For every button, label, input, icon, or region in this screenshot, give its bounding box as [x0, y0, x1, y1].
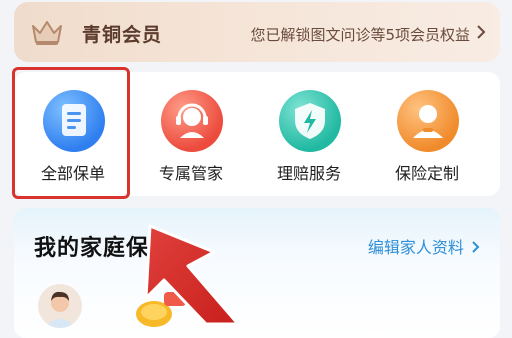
- family-member-avatar[interactable]: [38, 284, 82, 328]
- gift-icon[interactable]: [134, 284, 188, 328]
- highlight-box: [12, 67, 130, 199]
- family-protection-card: 我的家庭保障 编辑家人资料: [14, 208, 500, 338]
- chevron-right-icon: [472, 241, 480, 253]
- customer-service-icon: [161, 90, 223, 152]
- service-personal-butler[interactable]: 专属管家: [132, 72, 250, 196]
- claims-shield-icon: [279, 90, 341, 152]
- service-label: 专属管家: [158, 164, 223, 183]
- insurance-custom-icon: [397, 90, 459, 152]
- chevron-right-icon: [477, 25, 486, 39]
- family-section-title: 我的家庭保障: [34, 236, 173, 261]
- edit-family-info-label: 编辑家人资料: [367, 238, 464, 257]
- service-label: 理赔服务: [276, 164, 341, 183]
- membership-benefits-text: 您已解锁图文问诊等5项会员权益: [250, 26, 470, 44]
- membership-level-title: 青铜会员: [82, 24, 163, 46]
- service-label: 保险定制: [394, 164, 459, 183]
- edit-family-info-link[interactable]: 编辑家人资料: [368, 234, 480, 258]
- service-insurance-custom[interactable]: 保险定制: [368, 72, 486, 196]
- service-claims[interactable]: 理赔服务: [250, 72, 368, 196]
- crown-icon: [32, 21, 62, 45]
- membership-banner[interactable]: 青铜会员 您已解锁图文问诊等5项会员权益: [14, 2, 500, 62]
